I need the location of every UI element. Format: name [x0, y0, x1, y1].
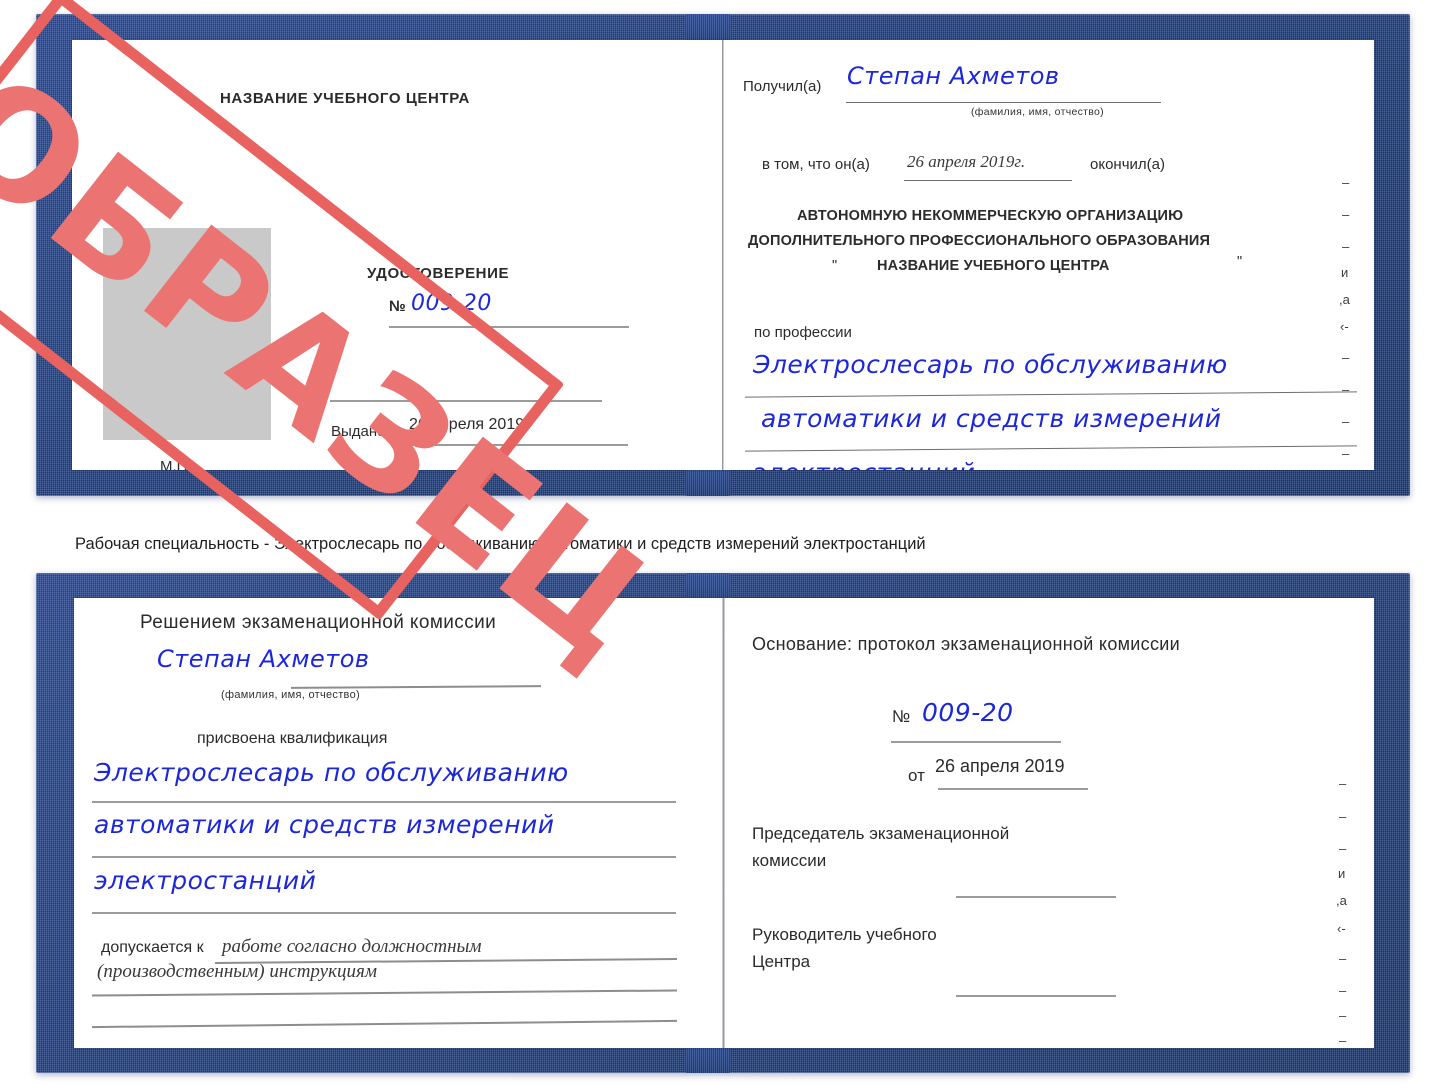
profession-line-3: электростанций: [753, 458, 975, 470]
protocol-date-prefix: от: [908, 766, 925, 785]
certificate-bottom-left-page: Решением экзаменационной комиссии Степан…: [74, 598, 722, 1048]
admitted-rule-3: [92, 1019, 677, 1028]
admitted-label: допускается к: [101, 939, 204, 956]
blank-rule-1: [330, 400, 602, 402]
profession-rule-2: [745, 445, 1357, 453]
edge-char: –: [1339, 1008, 1347, 1023]
org-quote-close: ": [1237, 254, 1243, 270]
edge-char: ‹-: [1340, 319, 1349, 334]
qualification-label: присвоена квалификация: [197, 730, 388, 747]
seal-label: М.П.: [160, 458, 192, 470]
profession-rule-1: [745, 391, 1357, 399]
certificate-top-pages: НАЗВАНИЕ УЧЕБНОГО ЦЕНТРА УДОСТОВЕРЕНИЕ №…: [72, 40, 1374, 470]
org-quote-open: ": [832, 258, 838, 274]
edge-char: –: [1339, 809, 1347, 824]
qualification-line-2: автоматики и средств измерений: [94, 810, 555, 839]
org-line-3: НАЗВАНИЕ УЧЕБНОГО ЦЕНТРА: [877, 258, 1110, 274]
org-line-2: ДОПОЛНИТЕЛЬНОГО ПРОФЕССИОНАЛЬНОГО ОБРАЗО…: [748, 233, 1211, 249]
student-name-rule: [290, 685, 542, 689]
that-he-label: в том, что он(а): [762, 156, 870, 173]
edge-char: –: [1342, 414, 1350, 429]
chairman-signature-rule: [956, 896, 1116, 898]
issued-rule: [406, 444, 628, 446]
profession-label: по профессии: [754, 324, 852, 341]
commission-decision-title: Решением экзаменационной комиссии: [140, 612, 497, 633]
edge-char: –: [1339, 951, 1347, 966]
training-center-title: НАЗВАНИЕ УЧЕБНОГО ЦЕНТРА: [220, 90, 470, 107]
edge-char: –: [1342, 350, 1350, 365]
protocol-number-rule: [891, 741, 1061, 743]
basis-label: Основание: протокол экзаменационной коми…: [752, 634, 1180, 654]
number-rule: [389, 326, 629, 328]
received-label: Получил(а): [743, 78, 822, 95]
admitted-rule-1: [215, 957, 677, 964]
profession-line-1: Электрослесарь по обслуживанию: [753, 350, 1228, 379]
caption-text: Рабочая специальность - Электрослесарь п…: [75, 535, 926, 553]
edge-char: –: [1342, 175, 1350, 190]
admitted-line-1: работе согласно должностным: [222, 936, 482, 957]
fio-hint: (фамилия, имя, отчество): [221, 689, 360, 701]
protocol-date-value: 26 апреля 2019: [935, 756, 1065, 776]
protocol-date-rule: [938, 788, 1088, 790]
edge-char: –: [1342, 446, 1350, 461]
certificate-bottom-right-page: Основание: протокол экзаменационной коми…: [726, 598, 1374, 1048]
student-name-value: Степан Ахметов: [157, 645, 370, 673]
edge-char: ,а: [1336, 893, 1347, 908]
qualification-line-1: Электрослесарь по обслуживанию: [94, 758, 569, 787]
head-label-line-2: Центра: [752, 952, 811, 971]
that-he-value: 26 апреля 2019г.: [907, 152, 1026, 171]
issued-label: Выдано: [331, 423, 386, 440]
qualification-rule-3: [92, 912, 676, 914]
edge-char: –: [1342, 382, 1350, 397]
edge-char: –: [1342, 207, 1350, 222]
edge-char: –: [1339, 1033, 1347, 1048]
edge-char: и: [1341, 265, 1349, 280]
fio-hint: (фамилия, имя, отчество): [971, 106, 1104, 118]
profession-line-2: автоматики и средств измерений: [761, 404, 1222, 433]
qualification-rule-2: [92, 856, 676, 858]
edge-char: ‹-: [1337, 921, 1346, 936]
number-value: 009-20: [411, 291, 492, 316]
received-value: Степан Ахметов: [847, 62, 1060, 90]
admitted-rule-2: [92, 989, 677, 997]
that-he-rule: [904, 180, 1072, 182]
edge-char: –: [1342, 239, 1350, 254]
qualification-line-3: электростанций: [94, 866, 317, 895]
photo-placeholder: [103, 228, 271, 440]
document-type-title: УДОСТОВЕРЕНИЕ: [367, 265, 510, 282]
spine-fold-bottom: [722, 598, 725, 1048]
received-rule: [846, 102, 1161, 104]
issued-value: 26 апреля 2019: [409, 416, 525, 433]
qualification-rule-1: [92, 801, 676, 803]
edge-char: –: [1339, 841, 1347, 856]
head-signature-rule: [956, 995, 1116, 997]
screenshot-canvas: НАЗВАНИЕ УЧЕБНОГО ЦЕНТРА УДОСТОВЕРЕНИЕ №…: [0, 0, 1448, 1085]
chairman-label-line-1: Председатель экзаменационной: [752, 824, 1010, 843]
edge-char: и: [1338, 866, 1346, 881]
org-line-1: АВТОНОМНУЮ НЕКОММЕРЧЕСКУЮ ОРГАНИЗАЦИЮ: [797, 208, 1184, 224]
edge-char: –: [1339, 776, 1347, 791]
certificate-bottom-pages: Решением экзаменационной комиссии Степан…: [74, 598, 1374, 1048]
edge-char: ,а: [1339, 292, 1350, 307]
number-prefix: №: [389, 298, 406, 315]
edge-char: –: [1339, 983, 1347, 998]
certificate-top-right-page: Получил(а) Степан Ахметов (фамилия, имя,…: [724, 40, 1374, 470]
head-label-line-1: Руководитель учебного: [752, 925, 937, 944]
finished-label: окончил(а): [1090, 156, 1165, 173]
admitted-line-2: (производственным) инструкциям: [97, 961, 377, 982]
protocol-number-prefix: №: [892, 707, 911, 726]
certificate-top-left-page: НАЗВАНИЕ УЧЕБНОГО ЦЕНТРА УДОСТОВЕРЕНИЕ №…: [72, 40, 722, 470]
protocol-number-value: 009-20: [922, 698, 1014, 727]
chairman-label-line-2: комиссии: [752, 851, 827, 870]
